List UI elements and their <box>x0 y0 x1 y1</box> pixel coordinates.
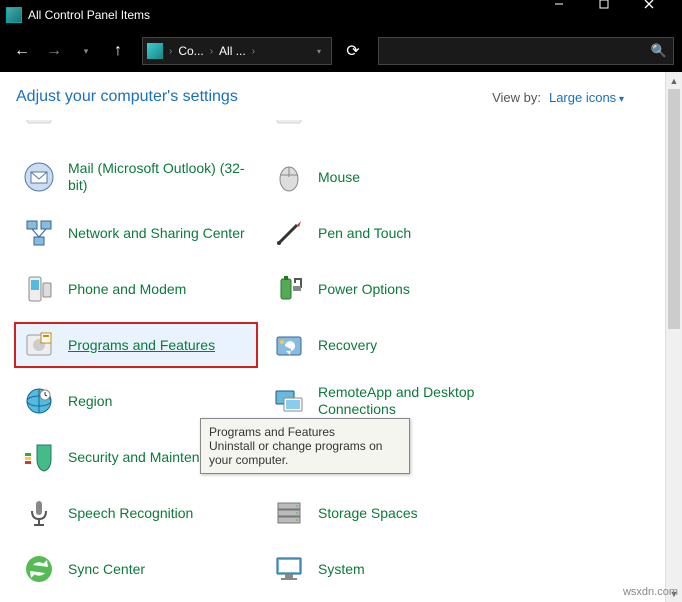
system-icon <box>272 552 306 586</box>
minimize-button[interactable] <box>547 0 592 30</box>
cp-item-recovery[interactable]: Recovery <box>266 324 506 366</box>
cp-item-mail[interactable]: Mail (Microsoft Outlook) (32-bit) <box>16 156 256 198</box>
item-label: Power Options <box>318 281 410 298</box>
storage-icon <box>272 496 306 530</box>
item-label: Recovery <box>318 337 377 354</box>
item-label: Region <box>68 393 112 410</box>
item-label: Network and Sharing Center <box>68 225 245 242</box>
viewby-dropdown[interactable]: Large icons <box>549 90 624 105</box>
tooltip: Programs and Features Uninstall or chang… <box>200 418 410 474</box>
mail-icon <box>22 160 56 194</box>
breadcrumb-1[interactable]: Co... <box>174 44 207 58</box>
cp-item-phone[interactable]: Phone and Modem <box>16 268 256 310</box>
vertical-scrollbar[interactable]: ▲ ▼ <box>665 72 682 602</box>
back-button[interactable]: ← <box>8 37 36 65</box>
item-label: Programs and Features <box>68 337 215 354</box>
items-grid: Mail (Microsoft Outlook) (32-bit) Mouse Ne… <box>16 156 674 602</box>
maximize-button[interactable] <box>592 0 637 30</box>
forward-button[interactable]: → <box>40 37 68 65</box>
item-label: Storage Spaces <box>318 505 418 522</box>
cp-item-power[interactable]: Power Options <box>266 268 506 310</box>
chevron-right-icon: › <box>167 46 174 57</box>
cp-item-programs[interactable]: Programs and Features <box>16 324 256 366</box>
tooltip-title: Programs and Features <box>209 425 401 439</box>
scroll-thumb[interactable] <box>668 89 680 329</box>
sync-icon <box>22 552 56 586</box>
item-label: System <box>318 561 365 578</box>
cp-item-system[interactable]: System <box>266 548 506 590</box>
titlebar: All Control Panel Items <box>0 0 682 30</box>
search-icon[interactable]: 🔍 <box>645 43 673 59</box>
cp-item-remote[interactable]: RemoteApp and Desktop Connections <box>266 380 506 422</box>
speech-icon <box>22 496 56 530</box>
chevron-right-icon: › <box>250 46 257 57</box>
item-label: Sync Center <box>68 561 145 578</box>
item-label: Speech Recognition <box>68 505 193 522</box>
cp-item-storage[interactable]: Storage Spaces <box>266 492 506 534</box>
window-controls <box>547 0 682 30</box>
mouse-icon <box>272 160 306 194</box>
window-title: All Control Panel Items <box>28 8 547 22</box>
pen-icon <box>272 216 306 250</box>
cp-item-sync[interactable]: Sync Center <box>16 548 256 590</box>
item-label: Phone and Modem <box>68 281 186 298</box>
region-icon <box>22 384 56 418</box>
list-item[interactable] <box>16 120 256 140</box>
phone-icon <box>22 272 56 306</box>
power-icon <box>272 272 306 306</box>
breadcrumb-2[interactable]: All ... <box>215 44 250 58</box>
security-icon <box>22 440 56 474</box>
recent-dropdown[interactable]: ▾ <box>72 37 100 65</box>
address-dropdown[interactable]: ▾ <box>311 47 327 56</box>
close-button[interactable] <box>637 0 682 30</box>
programs-icon <box>22 328 56 362</box>
search-input[interactable] <box>379 44 645 58</box>
remote-icon <box>272 384 306 418</box>
viewby-label: View by: <box>492 90 541 105</box>
recovery-icon <box>272 328 306 362</box>
tooltip-body: Uninstall or change programs on your com… <box>209 439 382 467</box>
list-item[interactable] <box>266 120 506 140</box>
cp-item-region[interactable]: Region <box>16 380 256 422</box>
item-label: Mouse <box>318 169 360 186</box>
up-button[interactable]: ↑ <box>104 37 132 65</box>
control-panel-icon <box>147 43 163 59</box>
search-box[interactable]: 🔍 <box>378 37 674 65</box>
content-area: Adjust your computer's settings View by:… <box>0 72 682 602</box>
cp-item-mouse[interactable]: Mouse <box>266 156 506 198</box>
item-label: Pen and Touch <box>318 225 411 242</box>
network-icon <box>22 216 56 250</box>
item-label: RemoteApp and Desktop Connections <box>318 384 500 418</box>
view-by: View by: Large icons <box>492 90 674 105</box>
cp-item-network[interactable]: Network and Sharing Center <box>16 212 256 254</box>
cp-item-pen[interactable]: Pen and Touch <box>266 212 506 254</box>
page-title: Adjust your computer's settings <box>16 88 238 106</box>
app-icon <box>6 7 22 23</box>
address-bar[interactable]: › Co... › All ... › ▾ <box>142 37 332 65</box>
item-label: Mail (Microsoft Outlook) (32-bit) <box>68 160 250 194</box>
cp-item-speech[interactable]: Speech Recognition <box>16 492 256 534</box>
chevron-right-icon: › <box>208 46 215 57</box>
watermark: wsxdn.com <box>623 586 678 598</box>
cutoff-row <box>16 120 674 140</box>
refresh-button[interactable]: ⟳ <box>340 38 366 64</box>
nav-toolbar: ← → ▾ ↑ › Co... › All ... › ▾ ⟳ 🔍 <box>0 30 682 72</box>
scroll-up-button[interactable]: ▲ <box>666 72 682 89</box>
